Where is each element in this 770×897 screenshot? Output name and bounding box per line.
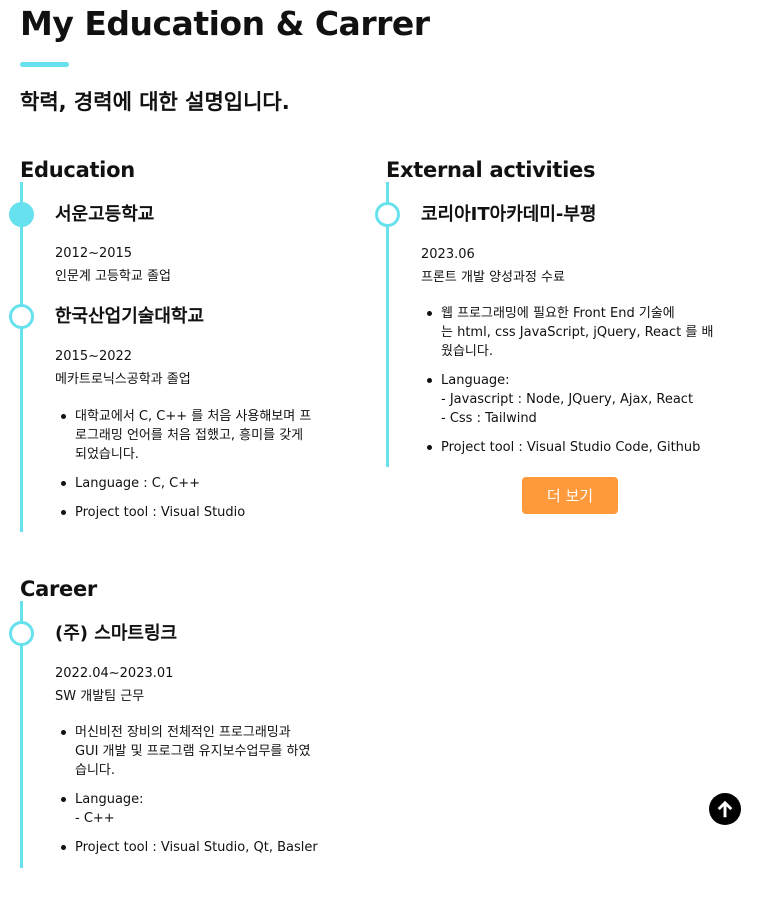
list-item-text: Project tool : Visual Studio, Qt, Basler (75, 840, 318, 855)
list-item-text: - Javascript : Node, JQuery, Ajax, React (441, 392, 694, 407)
list-item-text: 웹 프로그래밍에 필요한 Front End 기술에 (441, 306, 675, 321)
list-item-text: 웠습니다. (441, 344, 493, 359)
section-title-external-activities: External activities (386, 158, 596, 182)
list-item: Project tool : Visual Studio, Qt, Basler (55, 838, 318, 857)
timeline-dot-filled (9, 202, 34, 227)
external-activities-section: External activities 코리아IT아카데미-부평 2023.06… (375, 156, 736, 476)
timeline-dot (9, 304, 34, 329)
page-subtitle: 학력, 경력에 대한 설명입니다. (20, 90, 290, 114)
entry-bullet-list: 머신비전 장비의 전체적인 프로그래밍과 GUI 개발 및 프로그램 유지보수업… (55, 723, 318, 867)
list-item: Project tool : Visual Studio (55, 503, 311, 522)
list-item-text: 머신비전 장비의 전체적인 프로그래밍과 (75, 725, 291, 740)
list-item: Project tool : Visual Studio Code, Githu… (421, 438, 713, 457)
timeline-dot (9, 621, 34, 646)
entry-title: 한국산업기술대학교 (55, 306, 205, 327)
timeline-dot (375, 202, 400, 227)
entry-bullet-list: 대학교에서 C, C++ 를 처음 사용해보며 프 로그래밍 언어를 처음 접했… (55, 407, 311, 532)
entry-description: 메카트로닉스공학과 졸업 (55, 372, 191, 387)
arrow-up-icon (717, 800, 733, 818)
education-timeline-line (20, 182, 23, 532)
list-item: 머신비전 장비의 전체적인 프로그래밍과 GUI 개발 및 프로그램 유지보수업… (55, 723, 318, 780)
list-item-text: - C++ (75, 811, 115, 826)
entry-period: 2022.04~2023.01 (55, 666, 174, 681)
entry-description: 인문계 고등학교 졸업 (55, 269, 171, 284)
entry-title: 서운고등학교 (55, 204, 155, 225)
section-title-education: Education (20, 158, 135, 182)
title-underline (20, 62, 69, 67)
entry-period: 2015~2022 (55, 349, 133, 364)
list-item-text: - Css : Tailwind (441, 411, 537, 426)
entry-period: 2023.06 (421, 247, 475, 262)
list-item: Language: - Javascript : Node, JQuery, A… (421, 371, 713, 428)
page: My Education & Carrer 학력, 경력에 대한 설명입니다. … (0, 0, 770, 897)
list-item: Language : C, C++ (55, 474, 311, 493)
more-button[interactable]: 더 보기 (522, 477, 618, 514)
entry-title: (주) 스마트링크 (55, 623, 178, 644)
list-item-text: Project tool : Visual Studio Code, Githu… (441, 440, 701, 455)
list-item-text: 습니다. (75, 763, 116, 778)
career-section: Career (주) 스마트링크 2022.04~2023.01 SW 개발팀 … (9, 575, 370, 875)
education-section: Education 서운고등학교 2012~2015 인문계 고등학교 졸업 한… (9, 156, 370, 536)
list-item: 대학교에서 C, C++ 를 처음 사용해보며 프 로그래밍 언어를 처음 접했… (55, 407, 311, 464)
list-item-text: 로그래밍 언어를 처음 접했고, 흥미를 갖게 (75, 428, 304, 443)
list-item-text: Language: (75, 792, 144, 807)
list-item-text: Language: (441, 373, 510, 388)
page-title: My Education & Carrer (20, 4, 430, 43)
list-item-text: GUI 개발 및 프로그램 유지보수업무를 하였 (75, 744, 311, 759)
list-item-text: 대학교에서 C, C++ 를 처음 사용해보며 프 (75, 409, 312, 424)
list-item-text: 는 html, css JavaScript, jQuery, React 를 … (441, 325, 714, 340)
entry-period: 2012~2015 (55, 246, 133, 261)
list-item: Language: - C++ (55, 790, 318, 828)
list-item: 웹 프로그래밍에 필요한 Front End 기술에 는 html, css J… (421, 304, 713, 361)
entry-description: SW 개발팀 근무 (55, 689, 145, 704)
section-title-career: Career (20, 577, 97, 601)
entry-bullet-list: 웹 프로그래밍에 필요한 Front End 기술에 는 html, css J… (421, 304, 713, 467)
list-item-text: Project tool : Visual Studio (75, 505, 246, 520)
entry-title: 코리아IT아카데미-부평 (421, 204, 597, 225)
scroll-to-top-button[interactable] (709, 793, 741, 825)
list-item-text: Language : C, C++ (75, 476, 201, 491)
list-item-text: 되었습니다. (75, 447, 139, 462)
entry-description: 프론트 개발 양성과정 수료 (421, 270, 565, 285)
